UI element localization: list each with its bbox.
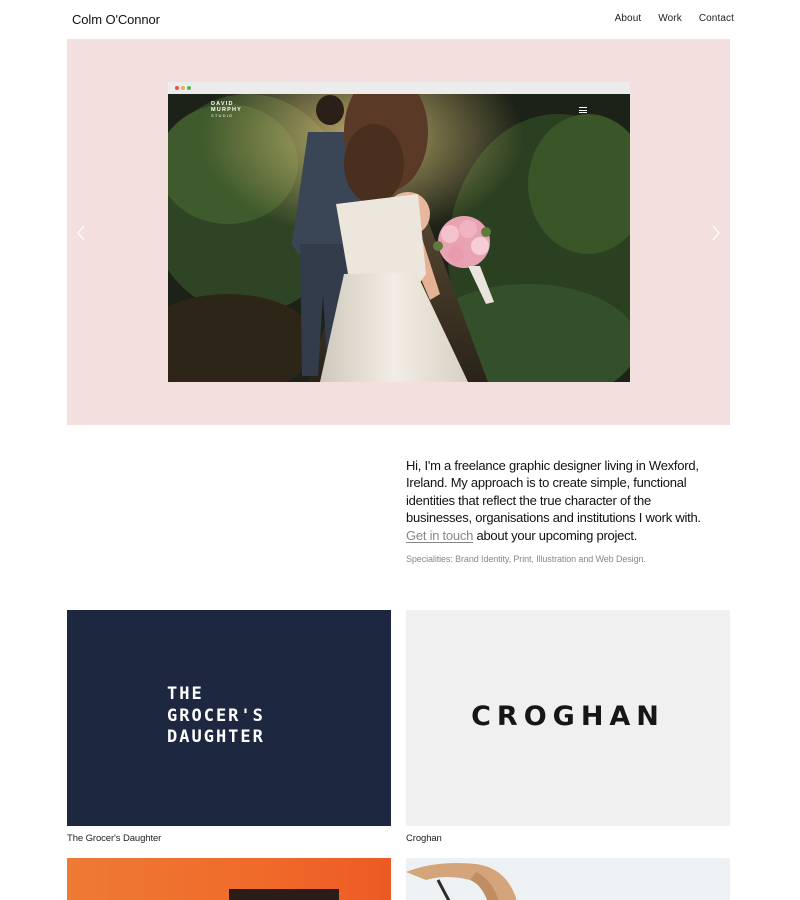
croghan-logo: CROGHAN (471, 701, 665, 732)
wedding-photo: DAVID MURPHY STUDIO (168, 94, 630, 382)
nav-contact[interactable]: Contact (699, 13, 734, 24)
project-tile-grocers-daughter[interactable]: THE GROCER'S DAUGHTER (67, 610, 391, 826)
project-tile-chair[interactable] (406, 858, 730, 900)
nav-about[interactable]: About (615, 13, 642, 24)
site-title[interactable]: Colm O'Connor (72, 12, 160, 27)
intro-text-end: about your upcoming project. (473, 527, 638, 543)
browser-toolbar (168, 82, 630, 94)
intro-text: Hi, I'm a freelance graphic designer liv… (406, 458, 701, 526)
project-tile-orange[interactable] (67, 858, 391, 900)
project-thumbnail (229, 889, 339, 900)
intro-paragraph: Hi, I'm a freelance graphic designer liv… (406, 457, 706, 544)
browser-brand-logo: DAVID MURPHY STUDIO (211, 101, 243, 118)
project-tile-croghan[interactable]: CROGHAN (406, 610, 730, 826)
intro-section: Hi, I'm a freelance graphic designer liv… (406, 457, 706, 564)
maximize-dot-icon (187, 86, 191, 90)
get-in-touch-link[interactable]: Get in touch (406, 528, 473, 543)
main-nav: About Work Contact (615, 13, 734, 24)
nav-work[interactable]: Work (658, 13, 682, 24)
chevron-left-icon[interactable] (75, 223, 87, 243)
grocers-daughter-logo: THE GROCER'S DAUGHTER (167, 684, 265, 747)
project-caption-grocers-daughter[interactable]: The Grocer's Daughter (67, 833, 161, 844)
chevron-right-icon[interactable] (710, 223, 722, 243)
specialities-text: Specialities: Brand Identity, Print, Ill… (406, 554, 646, 565)
close-dot-icon (175, 86, 179, 90)
minimize-dot-icon (181, 86, 185, 90)
project-caption-croghan[interactable]: Croghan (406, 833, 442, 844)
hamburger-menu-icon (579, 107, 587, 113)
hero-slider: DAVID MURPHY STUDIO (67, 39, 730, 425)
site-header: Colm O'Connor About Work Contact (0, 0, 800, 40)
browser-mockup: DAVID MURPHY STUDIO (168, 82, 630, 382)
chair-image (406, 863, 516, 900)
